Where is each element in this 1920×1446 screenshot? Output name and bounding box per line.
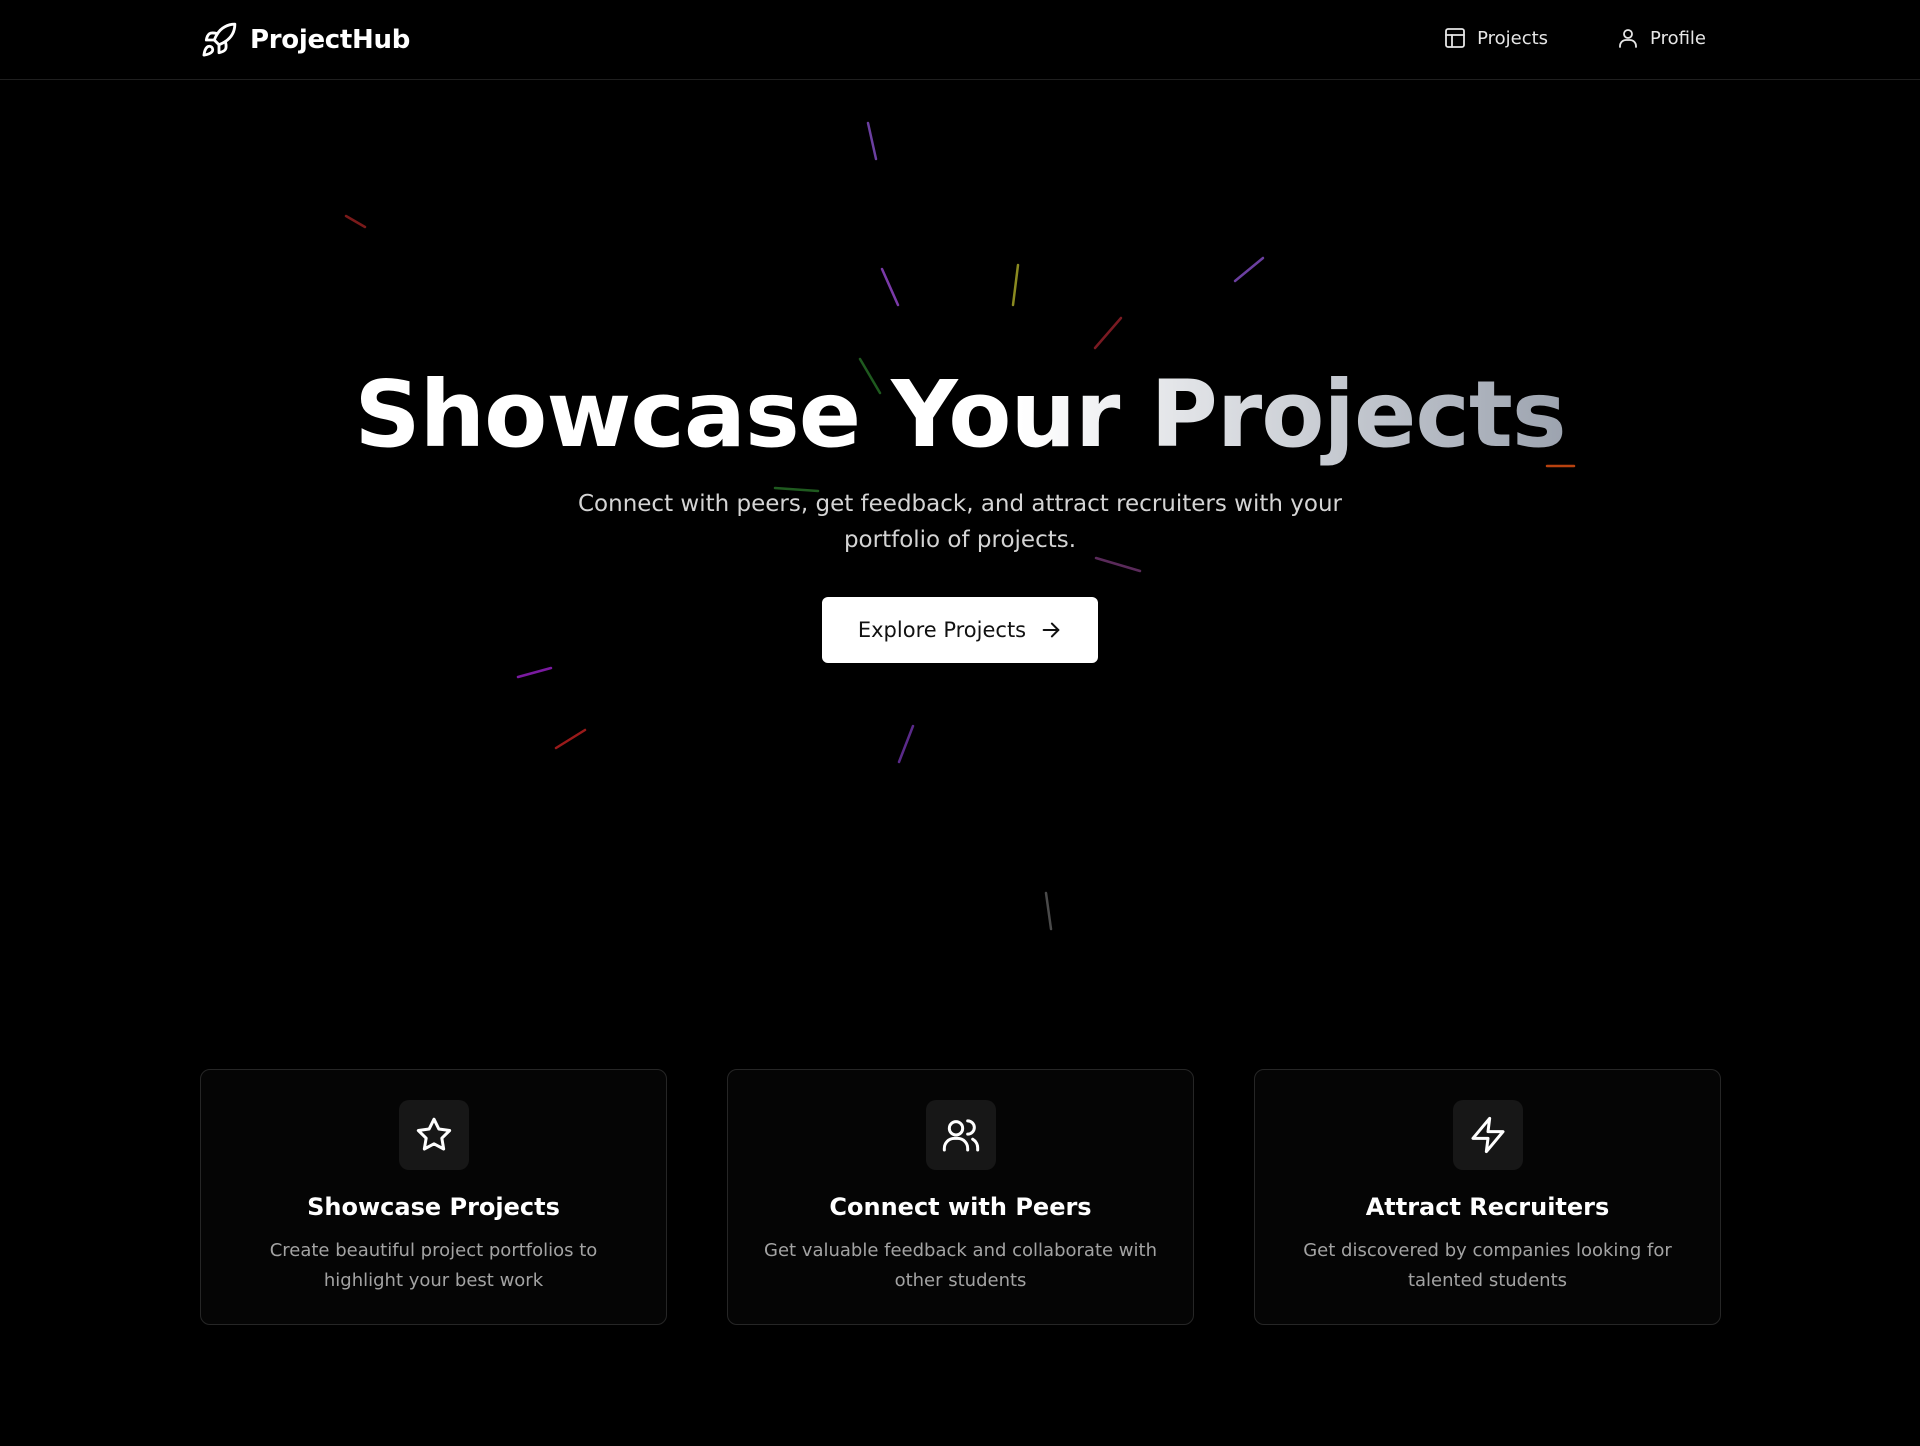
feature-title: Showcase Projects [307, 1193, 560, 1221]
feature-card-connect: Connect with Peers Get valuable feedback… [727, 1069, 1194, 1325]
feature-icon-box [1452, 1100, 1523, 1170]
explore-projects-label: Explore Projects [857, 618, 1027, 642]
layout-icon [1445, 28, 1465, 48]
star-icon [416, 1117, 451, 1151]
streak [880, 267, 900, 307]
feature-description: Get discovered by companies looking for … [1303, 1240, 1672, 1291]
top-navbar: ProjectHub Projects Profile [0, 0, 1920, 80]
streak [897, 724, 915, 764]
brand-name: ProjectHub [250, 25, 411, 55]
streak [516, 666, 553, 679]
hero-subtitle: Connect with peers, get feedback, and at… [578, 491, 1342, 553]
hero-title-text: Showcase Your Projects [354, 361, 1566, 468]
landing-page: ProjectHub Projects Profile Showcase You… [0, 0, 1920, 1446]
hero-title: Showcase Your Projects [0, 360, 1920, 470]
streak [554, 728, 587, 750]
explore-projects-button[interactable]: Explore Projects [822, 597, 1098, 663]
brand-logo-link[interactable]: ProjectHub [200, 19, 410, 61]
streak [1011, 263, 1020, 307]
feature-cards: Showcase Projects Create beautiful proje… [200, 1069, 1721, 1325]
feature-description: Get valuable feedback and collaborate wi… [764, 1240, 1157, 1291]
main-nav: Projects Profile [1443, 26, 1706, 50]
streak [1233, 256, 1265, 283]
streak [344, 214, 367, 229]
feature-card-recruiters: Attract Recruiters Get discovered by com… [1254, 1069, 1721, 1325]
feature-icon-box [398, 1100, 469, 1170]
nav-item-label: Profile [1650, 27, 1706, 49]
feature-card-showcase: Showcase Projects Create beautiful proje… [200, 1069, 667, 1325]
users-icon [942, 1119, 979, 1152]
feature-title: Attract Recruiters [1365, 1193, 1610, 1221]
nav-item-label: Projects [1477, 27, 1549, 49]
nav-item-profile[interactable]: Profile [1616, 26, 1706, 50]
lightning-icon [1471, 1116, 1504, 1154]
feature-icon-box [925, 1100, 996, 1170]
streak [1093, 316, 1123, 350]
streak [866, 121, 878, 161]
rocket-icon [202, 22, 237, 57]
streak [1094, 556, 1142, 573]
feature-title: Connect with Peers [829, 1193, 1092, 1221]
streak [1044, 891, 1053, 931]
feature-description: Create beautiful project portfolios to h… [269, 1240, 598, 1291]
user-icon [1619, 29, 1637, 48]
nav-item-projects[interactable]: Projects [1443, 26, 1548, 50]
arrow-right-icon [1042, 622, 1060, 638]
